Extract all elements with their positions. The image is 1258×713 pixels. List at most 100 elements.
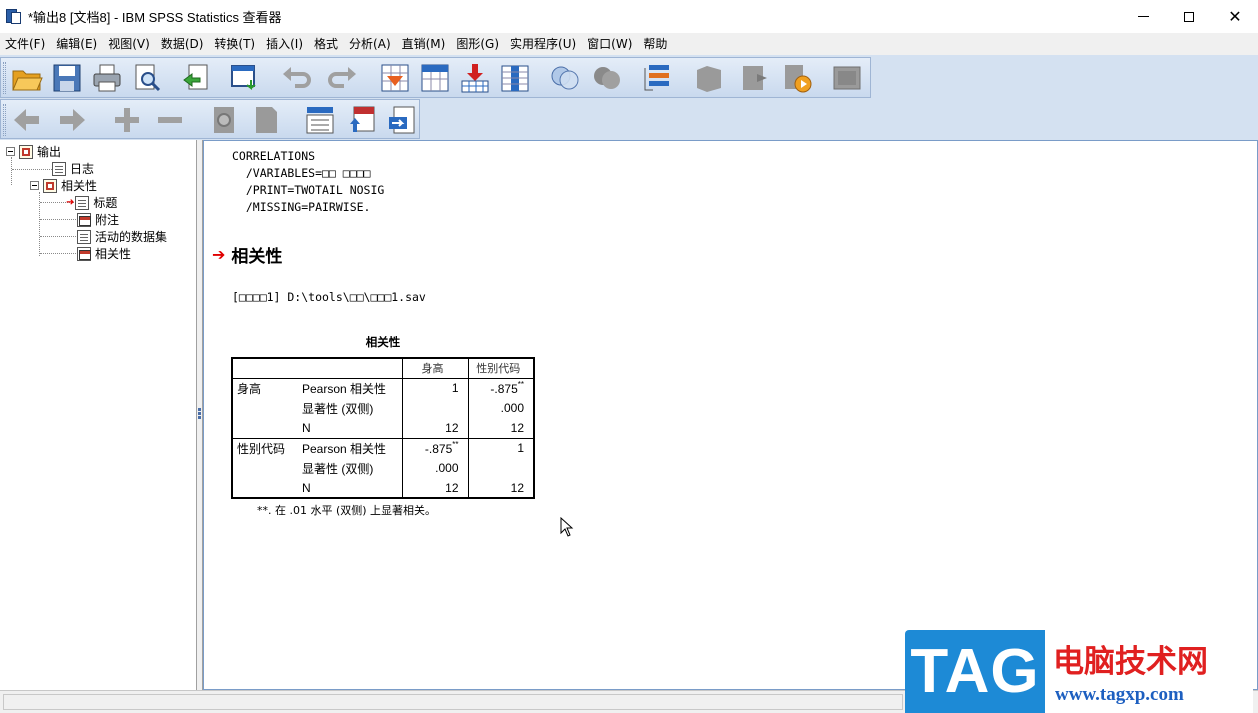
minimize-icon	[1137, 16, 1149, 17]
table-row: 身高 Pearson 相关性 1 -.875**	[231, 378, 535, 398]
goto-variable-icon[interactable]	[419, 62, 451, 94]
tree-node-correlations-table[interactable]: 相关性	[77, 245, 131, 262]
menu-direct-marketing[interactable]: 直销(M)	[397, 33, 452, 55]
table-cell: 12	[401, 418, 468, 438]
stat-label: 显著性 (双侧)	[302, 461, 374, 476]
script-icon[interactable]	[781, 62, 813, 94]
table-row: 性别代码 Pearson 相关性 -.875** 1	[231, 437, 535, 458]
output-content-pane[interactable]: CORRELATIONS /VARIABLES=□□ □□□□ /PRINT=T…	[203, 140, 1258, 690]
tree-node-log[interactable]: 日志	[52, 160, 94, 177]
tree-label-title: 标题	[93, 196, 118, 210]
collapse-toggle-icon[interactable]	[30, 181, 39, 190]
stat-label: Pearson 相关性	[302, 381, 387, 396]
insert-cases-icon[interactable]	[459, 62, 491, 94]
outline-pane[interactable]: 输出 日志 相关性 ➜ 标题 附注 活动的数据集 相关性	[0, 140, 197, 690]
show-icon[interactable]	[209, 104, 241, 136]
stat-label: Pearson 相关性	[298, 437, 402, 458]
menu-bar: 文件(F) 编辑(E) 视图(V) 数据(D) 转换(T) 插入(I) 格式 分…	[0, 33, 1258, 55]
collapse-icon[interactable]	[154, 104, 186, 136]
menu-help[interactable]: 帮助	[638, 33, 673, 55]
recall-dialog-icon[interactable]	[229, 62, 261, 94]
tree-label-output: 输出	[37, 145, 62, 159]
close-icon: ✕	[1228, 7, 1242, 26]
expand-icon[interactable]	[111, 104, 143, 136]
minimize-button[interactable]	[1120, 0, 1166, 33]
insert-heading-icon[interactable]	[304, 104, 336, 136]
tree-node-title[interactable]: ➜ 标题	[66, 194, 117, 211]
venn-icon[interactable]	[549, 62, 581, 94]
watermark-site-name: 电脑技术网	[1053, 644, 1208, 680]
watermark-url: www.tagxp.com	[1055, 684, 1184, 705]
insert-text-icon[interactable]	[386, 104, 418, 136]
hide-icon[interactable]	[251, 104, 283, 136]
cell-value: -.875	[490, 382, 518, 397]
menu-view[interactable]: 视图(V)	[103, 33, 156, 55]
designate-window-icon[interactable]	[693, 62, 725, 94]
collapse-toggle-icon[interactable]	[6, 147, 15, 156]
stat-label: N	[298, 478, 402, 499]
correlations-table[interactable]: 身高 性别代码 身高 Pearson 相关性 1 -.875** 显著性 (双侧…	[231, 357, 535, 499]
table-header-row: 身高 性别代码	[231, 357, 535, 379]
outline-toolbar	[0, 99, 420, 139]
table-cell: .000	[401, 458, 468, 478]
table-footnote: **. 在 .01 水平 (双侧) 上显著相关。	[257, 504, 437, 517]
tree-label-notes: 附注	[95, 213, 120, 227]
insert-variable-icon[interactable]	[499, 62, 531, 94]
print-preview-icon[interactable]	[131, 62, 163, 94]
menu-window[interactable]: 窗口(W)	[582, 33, 638, 55]
window-title: *输出8 [文档8] - IBM SPSS Statistics 查看器	[28, 10, 282, 25]
menu-utilities[interactable]: 实用程序(U)	[505, 33, 582, 55]
undo-icon[interactable]	[281, 62, 313, 94]
syntax-line: /VARIABLES=□□ □□□□	[232, 166, 371, 180]
table-cell: 12	[467, 478, 535, 499]
tree-node-output[interactable]: 输出	[6, 143, 61, 160]
tree-label-correlations: 相关性	[95, 247, 132, 261]
export-icon[interactable]	[181, 62, 213, 94]
demote-icon[interactable]	[56, 104, 88, 136]
table-row: 显著性 (双侧) .000	[231, 398, 535, 418]
print-icon[interactable]	[91, 62, 123, 94]
syntax-line: /MISSING=PAIRWISE.	[232, 200, 371, 214]
standard-toolbar	[0, 57, 871, 98]
save-icon[interactable]	[51, 62, 83, 94]
significance-marker: **	[452, 440, 459, 450]
close-button[interactable]: ✕	[1212, 0, 1258, 33]
redo-icon[interactable]	[326, 62, 358, 94]
stat-label: 显著性 (双侧)	[302, 401, 374, 416]
table-cell	[467, 458, 535, 478]
tree-node-notes[interactable]: 附注	[77, 211, 119, 228]
goto-case-icon[interactable]	[379, 62, 411, 94]
active-dataset-line: [□□□□1] D:\tools\□□\□□□1.sav	[232, 290, 426, 304]
menu-analyze[interactable]: 分析(A)	[344, 33, 397, 55]
watermark-logo: TAG 电脑技术网 www.tagxp.com	[905, 630, 1253, 713]
table-cell: 12	[401, 478, 468, 499]
menu-format[interactable]: 格式	[309, 33, 344, 55]
menu-graphs[interactable]: 图形(G)	[451, 33, 505, 55]
promote-icon[interactable]	[11, 104, 43, 136]
menu-data[interactable]: 数据(D)	[156, 33, 210, 55]
tree-node-active-dataset[interactable]: 活动的数据集	[77, 228, 167, 245]
current-item-arrow-icon: ➔	[212, 245, 226, 264]
significance-marker: **	[517, 380, 524, 390]
notes-table-icon	[77, 212, 91, 227]
menu-file[interactable]: 文件(F)	[0, 33, 51, 55]
use-sets-icon[interactable]	[641, 62, 673, 94]
toolbar-area	[0, 55, 1258, 140]
mouse-cursor-icon	[560, 517, 574, 537]
syntax-line: /PRINT=TWOTAIL NOSIG	[232, 183, 385, 197]
menu-insert[interactable]: 插入(I)	[261, 33, 309, 55]
section-heading[interactable]: ➔ 相关性	[212, 242, 282, 267]
tree-node-correlations-group[interactable]: 相关性	[30, 177, 97, 194]
value-labels-icon[interactable]	[591, 62, 623, 94]
stat-label: N	[302, 420, 311, 435]
open-folder-icon[interactable]	[11, 62, 43, 94]
maximize-button[interactable]	[1166, 0, 1212, 33]
menu-edit[interactable]: 编辑(E)	[51, 33, 103, 55]
table-cell: -.875**	[467, 378, 535, 398]
table-row: 显著性 (双侧) .000	[231, 458, 535, 478]
screen-icon[interactable]	[831, 62, 863, 94]
menu-transform[interactable]: 转换(T)	[209, 33, 261, 55]
insert-title-icon[interactable]	[346, 104, 378, 136]
output-block-icon[interactable]	[739, 62, 771, 94]
title-bar: *输出8 [文档8] - IBM SPSS Statistics 查看器 ✕	[0, 0, 1258, 33]
